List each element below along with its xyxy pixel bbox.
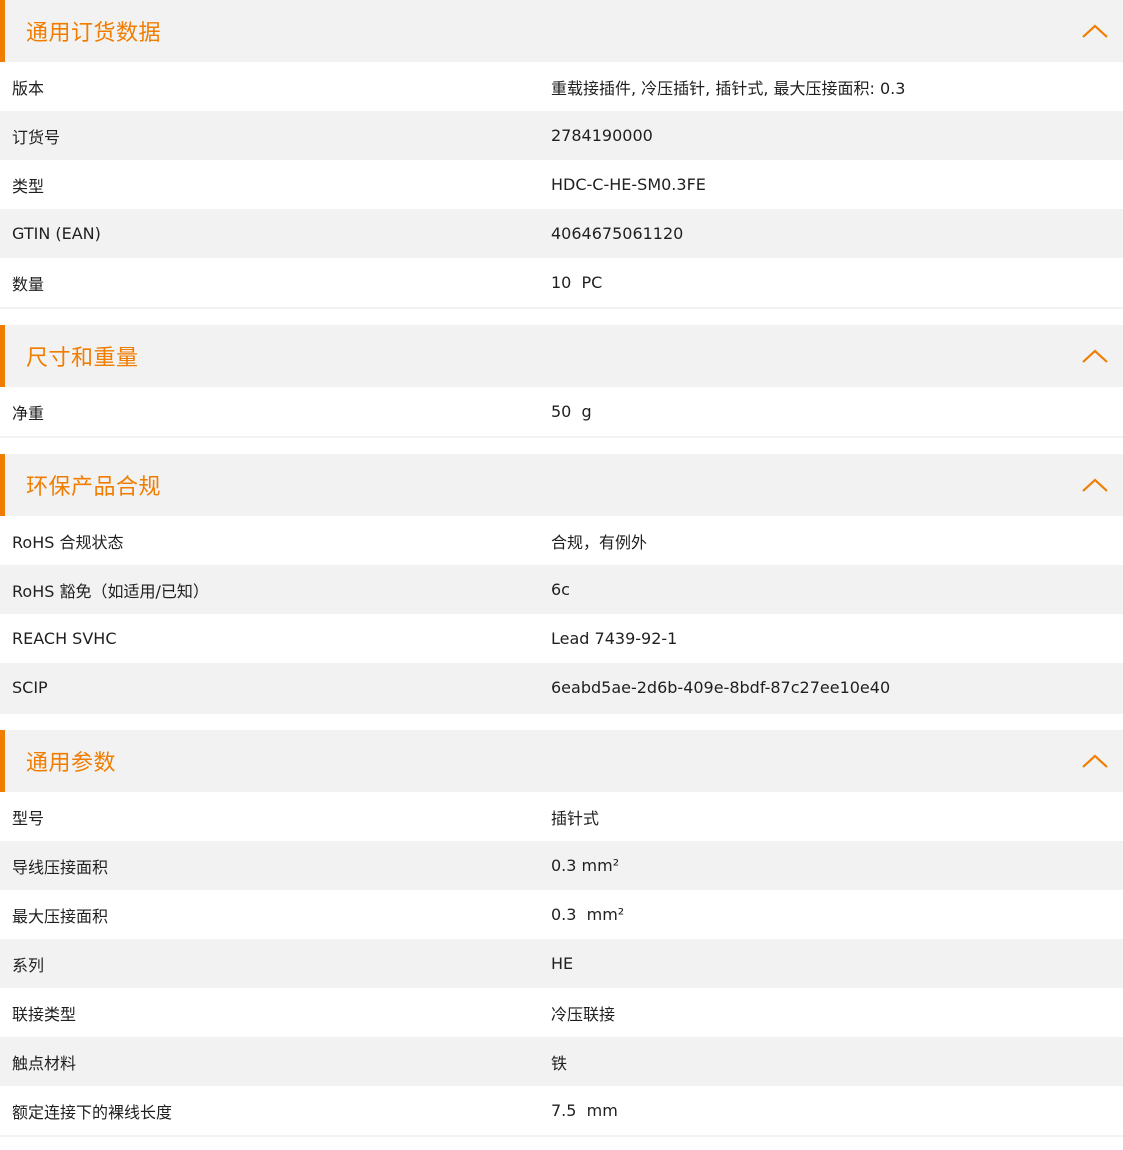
row-value: HE — [551, 954, 574, 973]
row-label: 导线压接面积 — [12, 857, 109, 877]
table-row: 联接类型 冷压联接 — [0, 988, 1123, 1037]
row-value: 50 g — [551, 402, 592, 421]
row-label: RoHS 豁免（如适用/已知） — [12, 581, 209, 601]
section-dimensions-weight: 尺寸和重量 净重 50 g — [0, 325, 1123, 438]
row-label: 额定连接下的裸线长度 — [12, 1102, 173, 1122]
section-divider — [0, 1135, 1123, 1137]
row-label: 型号 — [12, 808, 45, 828]
row-label: 版本 — [12, 78, 45, 98]
section-general-ordering-data: 通用订货数据 版本 重载接插件, 冷压插针, 插针式, 最大压接面积: 0.3 … — [0, 0, 1123, 309]
section-gap — [0, 309, 1123, 325]
table-row: RoHS 豁免（如适用/已知） 6c — [0, 565, 1123, 614]
section-gap — [0, 438, 1123, 454]
row-value: 10 PC — [551, 273, 603, 292]
row-label: RoHS 合规状态 — [12, 532, 124, 552]
section-header[interactable]: 通用参数 — [0, 730, 1123, 792]
table-row: GTIN (EAN) 4064675061120 — [0, 209, 1123, 258]
row-label: 最大压接面积 — [12, 906, 109, 926]
section-header[interactable]: 通用订货数据 — [0, 0, 1123, 62]
row-label: 系列 — [12, 955, 45, 975]
row-value: Lead 7439-92-1 — [551, 629, 678, 648]
chevron-up-icon[interactable] — [1075, 465, 1115, 505]
table-row: RoHS 合规状态 合规，有例外 — [0, 516, 1123, 565]
table-row: 导线压接面积 0.3 mm² — [0, 841, 1123, 890]
row-label: 触点材料 — [12, 1053, 77, 1073]
table-row: 净重 50 g — [0, 387, 1123, 436]
row-value: 重载接插件, 冷压插针, 插针式, 最大压接面积: 0.3 — [551, 78, 906, 98]
row-value: 2784190000 — [551, 126, 653, 145]
row-value: 0.3 mm² — [551, 856, 620, 875]
row-value: 4064675061120 — [551, 224, 684, 243]
table-row: 系列 HE — [0, 939, 1123, 988]
chevron-up-icon[interactable] — [1075, 741, 1115, 781]
section-gap — [0, 714, 1123, 730]
row-label: 类型 — [12, 176, 45, 196]
row-value: 0.3 mm² — [551, 905, 625, 924]
row-value: 铁 — [551, 1053, 568, 1073]
row-label: 联接类型 — [12, 1004, 77, 1024]
row-value: 6c — [551, 580, 570, 599]
chevron-up-icon[interactable] — [1075, 11, 1115, 51]
row-value: 插针式 — [551, 808, 600, 828]
row-value: 7.5 mm — [551, 1101, 618, 1120]
row-label: 数量 — [12, 274, 45, 294]
section-environmental-compliance: 环保产品合规 RoHS 合规状态 合规，有例外 RoHS 豁免（如适用/已知） … — [0, 454, 1123, 714]
section-title: 通用参数 — [26, 751, 117, 776]
section-header[interactable]: 环保产品合规 — [0, 454, 1123, 516]
table-row: 数量 10 PC — [0, 258, 1123, 307]
table-row: 订货号 2784190000 — [0, 111, 1123, 160]
table-row: SCIP 6eabd5ae-2d6b-409e-8bdf-87c27ee10e4… — [0, 663, 1123, 712]
spec-table: 净重 50 g — [0, 387, 1123, 436]
table-row: 型号 插针式 — [0, 792, 1123, 841]
chevron-up-icon[interactable] — [1075, 336, 1115, 376]
table-row: 类型 HDC-C-HE-SM0.3FE — [0, 160, 1123, 209]
row-label: REACH SVHC — [12, 629, 117, 648]
row-value: 6eabd5ae-2d6b-409e-8bdf-87c27ee10e40 — [551, 678, 891, 697]
row-label: 净重 — [12, 403, 45, 423]
table-row: REACH SVHC Lead 7439-92-1 — [0, 614, 1123, 663]
section-title: 通用订货数据 — [26, 21, 162, 46]
table-row: 触点材料 铁 — [0, 1037, 1123, 1086]
row-label: 订货号 — [12, 127, 61, 147]
table-row: 版本 重载接插件, 冷压插针, 插针式, 最大压接面积: 0.3 — [0, 62, 1123, 111]
row-value: 合规，有例外 — [551, 532, 648, 552]
section-header[interactable]: 尺寸和重量 — [0, 325, 1123, 387]
row-label: SCIP — [12, 678, 48, 697]
row-value: 冷压联接 — [551, 1004, 616, 1024]
table-row: 额定连接下的裸线长度 7.5 mm — [0, 1086, 1123, 1135]
row-label: GTIN (EAN) — [12, 224, 101, 243]
spec-table: 型号 插针式 导线压接面积 0.3 mm² 最大压接面积 0.3 mm² 系列 … — [0, 792, 1123, 1135]
table-row: 最大压接面积 0.3 mm² — [0, 890, 1123, 939]
spec-table: RoHS 合规状态 合规，有例外 RoHS 豁免（如适用/已知） 6c REAC… — [0, 516, 1123, 712]
section-title: 环保产品合规 — [26, 475, 162, 500]
spec-table: 版本 重载接插件, 冷压插针, 插针式, 最大压接面积: 0.3 订货号 278… — [0, 62, 1123, 307]
section-general-parameters: 通用参数 型号 插针式 导线压接面积 0.3 mm² 最大压接面积 0.3 mm… — [0, 730, 1123, 1137]
row-value: HDC-C-HE-SM0.3FE — [551, 175, 706, 194]
section-title: 尺寸和重量 — [26, 346, 139, 371]
